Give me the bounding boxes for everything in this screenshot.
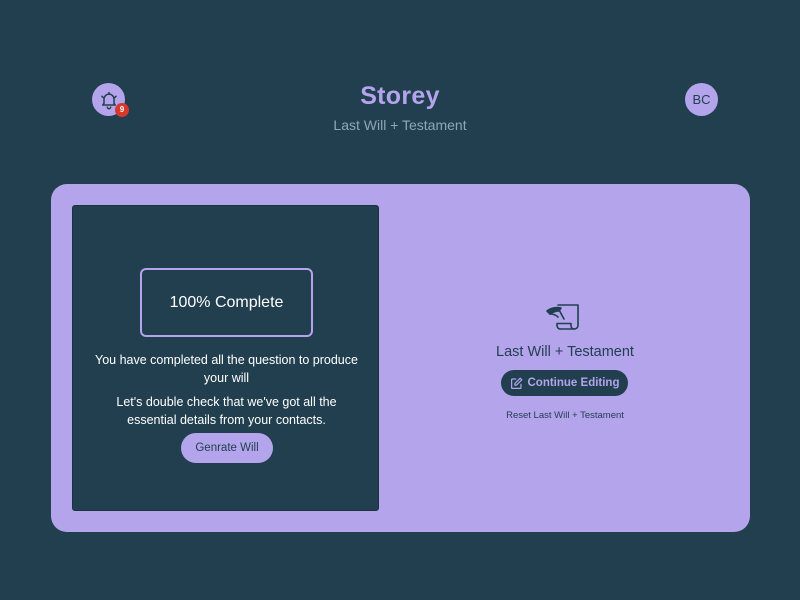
generate-will-button[interactable]: Genrate Will <box>181 433 273 463</box>
progress-status: 100% Complete <box>140 268 313 337</box>
page: 9 Storey Last Will + Testament BC 100% C… <box>0 0 800 600</box>
completion-message: You have completed all the question to p… <box>95 353 358 385</box>
reset-will-link[interactable]: Reset Last Will + Testament <box>380 410 750 421</box>
quill-document-icon <box>546 304 579 330</box>
completion-panel: 100% Complete You have completed all the… <box>72 205 379 511</box>
page-subtitle: Last Will + Testament <box>333 117 467 133</box>
will-document-panel: Last Will + Testament Continue Editing R… <box>380 184 750 532</box>
double-check-message: Let's double check that we've got all th… <box>116 395 337 427</box>
will-card: 100% Complete You have completed all the… <box>51 184 750 532</box>
brand-title: Storey <box>360 82 440 110</box>
will-title: Last Will + Testament <box>496 344 634 360</box>
continue-editing-button[interactable]: Continue Editing <box>501 370 628 396</box>
edit-icon <box>510 377 522 389</box>
continue-editing-label: Continue Editing <box>527 377 620 389</box>
user-avatar[interactable]: BC <box>685 83 718 116</box>
